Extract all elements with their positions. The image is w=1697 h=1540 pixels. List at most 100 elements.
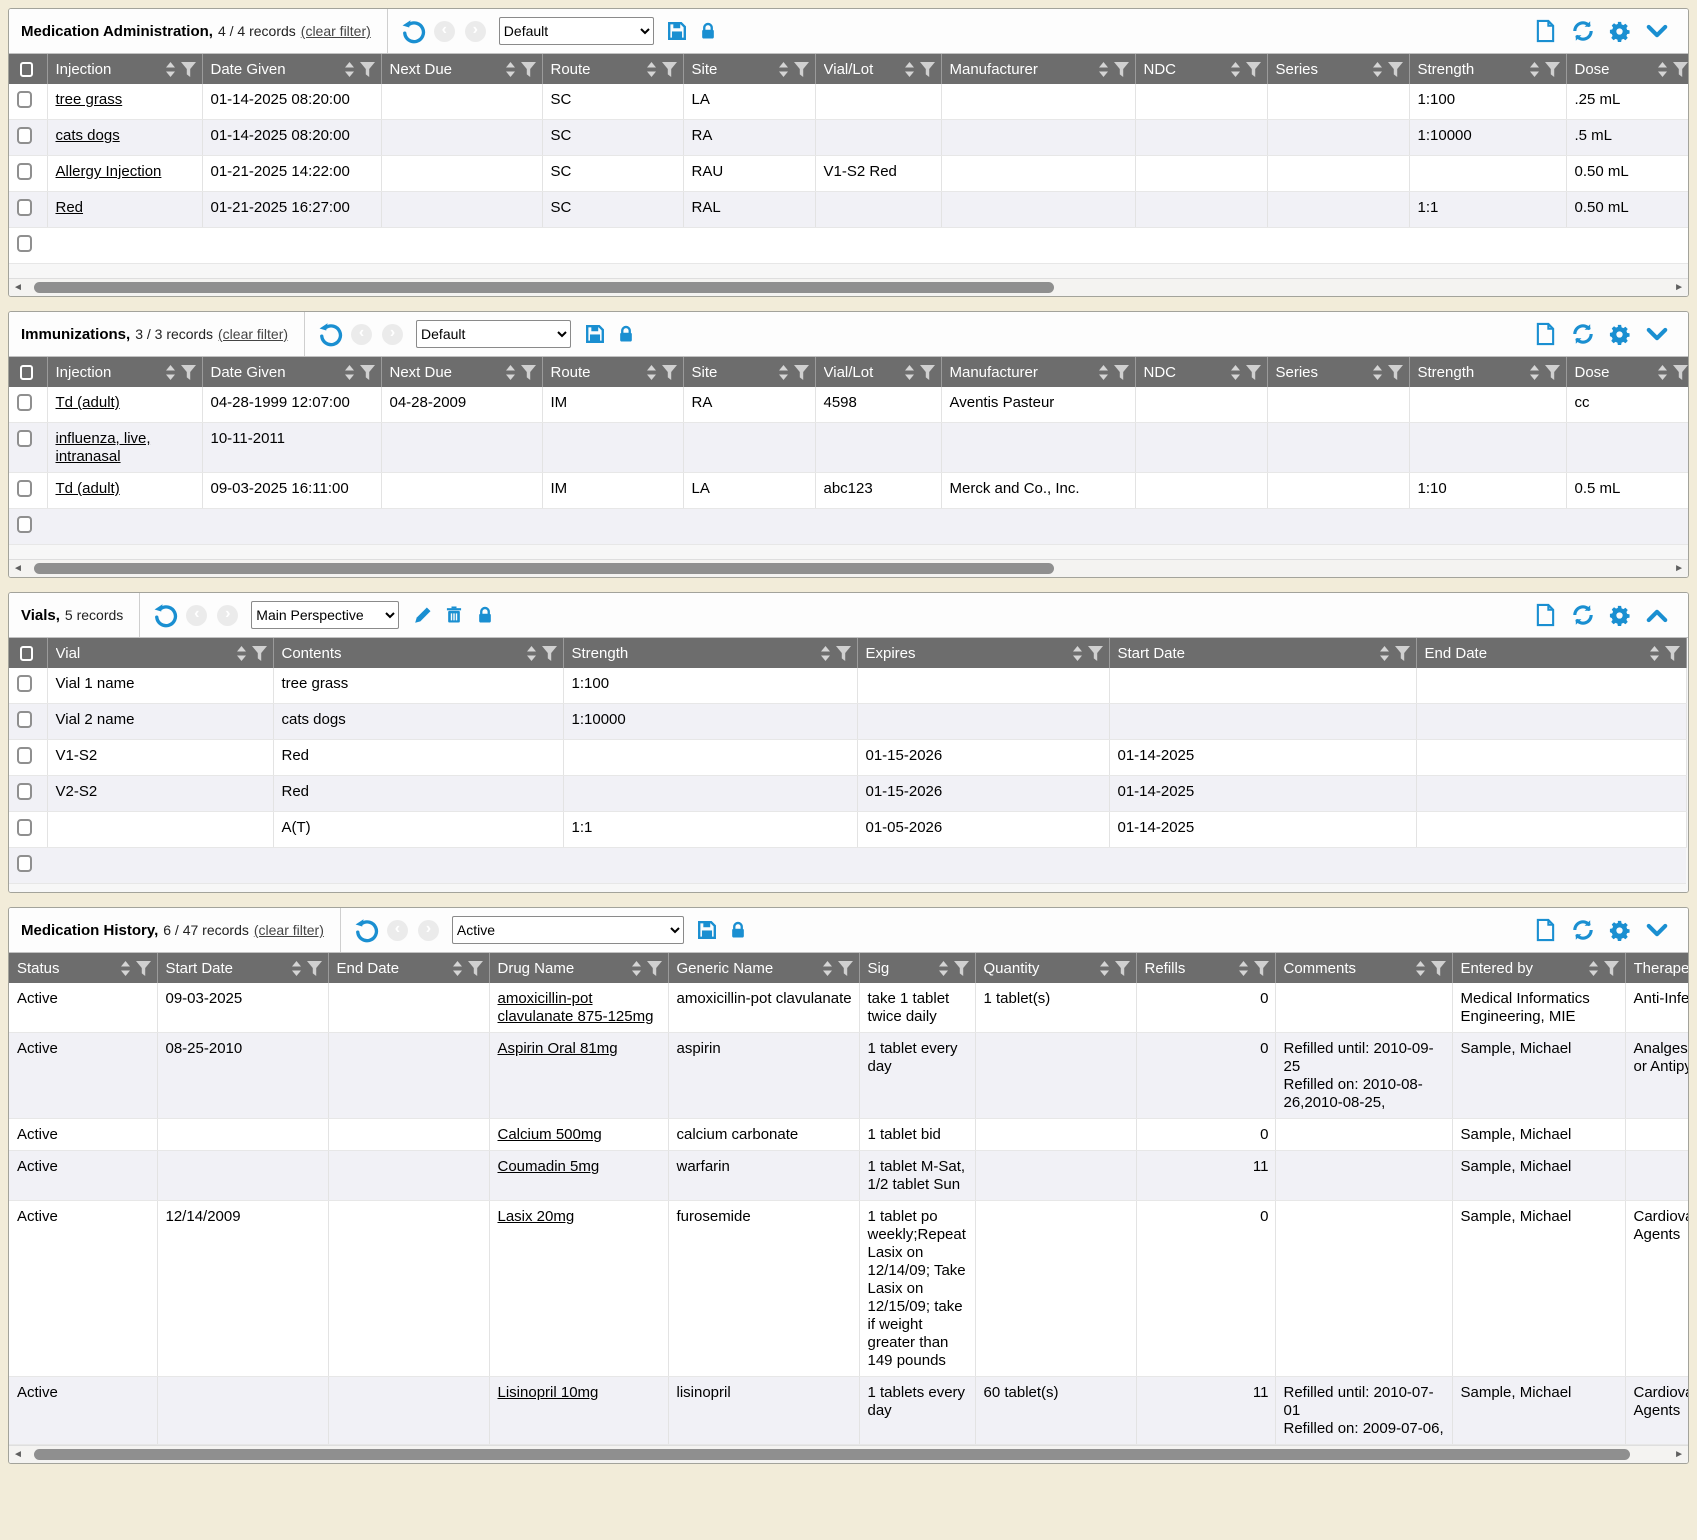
sort-icon[interactable] [822, 961, 833, 976]
filter-icon[interactable] [794, 62, 809, 77]
sort-icon[interactable] [1529, 365, 1540, 380]
filter-icon[interactable] [1545, 365, 1560, 380]
column-header-route[interactable]: Route [542, 54, 683, 84]
sort-icon[interactable] [505, 365, 516, 380]
column-header-comments[interactable]: Comments [1275, 953, 1452, 983]
sort-icon[interactable] [1372, 365, 1383, 380]
sort-icon[interactable] [452, 961, 463, 976]
sort-icon[interactable] [291, 961, 302, 976]
sort-icon[interactable] [904, 62, 915, 77]
new-document-icon[interactable] [1532, 18, 1559, 45]
horizontal-scrollbar[interactable]: ◄ ► [9, 559, 1688, 577]
filter-icon[interactable] [1395, 646, 1410, 661]
record-link[interactable]: Aspirin Oral 81mg [498, 1040, 618, 1057]
record-link[interactable]: Lasix 20mg [498, 1208, 575, 1225]
select-all-checkbox[interactable] [20, 365, 33, 380]
new-row-checkbox[interactable] [17, 235, 32, 252]
new-document-icon[interactable] [1532, 321, 1559, 348]
column-header-site[interactable]: Site [683, 357, 815, 387]
column-header-refills[interactable]: Refills [1136, 953, 1275, 983]
sort-icon[interactable] [778, 365, 789, 380]
undo-icon[interactable] [353, 917, 380, 944]
new-document-icon[interactable] [1532, 917, 1559, 944]
column-header-generic-name[interactable]: Generic Name [668, 953, 859, 983]
column-header-injection[interactable]: Injection [47, 357, 202, 387]
filter-icon[interactable] [1254, 961, 1269, 976]
filter-icon[interactable] [920, 62, 935, 77]
row-checkbox[interactable] [17, 711, 32, 728]
filter-icon[interactable] [181, 365, 196, 380]
sort-icon[interactable] [120, 961, 131, 976]
scroll-right-arrow[interactable]: ► [1674, 283, 1684, 293]
column-header-strength[interactable]: Strength [563, 638, 857, 668]
column-header-end-date[interactable]: End Date [1416, 638, 1686, 668]
filter-icon[interactable] [662, 365, 677, 380]
sort-icon[interactable] [526, 646, 537, 661]
filter-icon[interactable] [1673, 62, 1688, 77]
row-checkbox[interactable] [17, 819, 32, 836]
perspective-select[interactable]: Default [499, 17, 654, 45]
scroll-left-arrow[interactable]: ◄ [13, 564, 23, 574]
column-header-route[interactable]: Route [542, 357, 683, 387]
filter-icon[interactable] [1545, 62, 1560, 77]
sort-icon[interactable] [1230, 365, 1241, 380]
lock-icon[interactable] [471, 602, 498, 629]
row-checkbox[interactable] [17, 430, 32, 447]
column-header-contents[interactable]: Contents [273, 638, 563, 668]
record-link[interactable]: Red [56, 199, 84, 216]
filter-icon[interactable] [360, 62, 375, 77]
column-header-expires[interactable]: Expires [857, 638, 1109, 668]
column-header-end-date[interactable]: End Date [328, 953, 489, 983]
filter-icon[interactable] [542, 646, 557, 661]
row-checkbox[interactable] [17, 480, 32, 497]
column-header-dose[interactable]: Dose [1566, 54, 1688, 84]
lock-icon[interactable] [725, 917, 752, 944]
next-icon[interactable]: › [379, 321, 406, 348]
column-header-strength[interactable]: Strength [1409, 54, 1566, 84]
column-header-date-given[interactable]: Date Given [202, 54, 381, 84]
filter-icon[interactable] [662, 62, 677, 77]
record-link[interactable]: Coumadin 5mg [498, 1158, 600, 1175]
sort-icon[interactable] [778, 62, 789, 77]
perspective-select[interactable]: Active [452, 916, 684, 944]
filter-icon[interactable] [307, 961, 322, 976]
scrollbar-thumb[interactable] [34, 282, 1054, 293]
scrollbar-thumb[interactable] [34, 1449, 1630, 1460]
row-checkbox[interactable] [17, 394, 32, 411]
filter-icon[interactable] [836, 646, 851, 661]
sort-icon[interactable] [344, 62, 355, 77]
undo-icon[interactable] [400, 18, 427, 45]
column-header-next-due[interactable]: Next Due [381, 54, 542, 84]
clear-filter-link[interactable]: (clear filter) [218, 326, 288, 342]
delete-icon[interactable] [440, 602, 467, 629]
record-link[interactable]: influenza, live, intranasal [56, 430, 151, 465]
sort-icon[interactable] [646, 62, 657, 77]
row-checkbox[interactable] [17, 199, 32, 216]
filter-icon[interactable] [1673, 365, 1688, 380]
gear-icon[interactable] [1606, 602, 1633, 629]
sort-icon[interactable] [165, 365, 176, 380]
sort-icon[interactable] [646, 365, 657, 380]
clear-filter-link[interactable]: (clear filter) [254, 922, 324, 938]
sort-icon[interactable] [1588, 961, 1599, 976]
filter-icon[interactable] [647, 961, 662, 976]
sort-icon[interactable] [1415, 961, 1426, 976]
filter-icon[interactable] [920, 365, 935, 380]
scrollbar-track[interactable] [26, 281, 1671, 294]
column-header-vial-lot[interactable]: Vial/Lot [815, 54, 941, 84]
column-header-vial[interactable]: Vial [47, 638, 273, 668]
undo-icon[interactable] [317, 321, 344, 348]
filter-icon[interactable] [136, 961, 151, 976]
chevron-down-icon[interactable] [1643, 321, 1670, 348]
row-checkbox[interactable] [17, 163, 32, 180]
refresh-icon[interactable] [1569, 602, 1596, 629]
filter-icon[interactable] [838, 961, 853, 976]
column-header-ndc[interactable]: NDC [1135, 54, 1267, 84]
row-checkbox[interactable] [17, 747, 32, 764]
filter-icon[interactable] [1604, 961, 1619, 976]
column-header-entered-by[interactable]: Entered by [1452, 953, 1625, 983]
filter-icon[interactable] [521, 365, 536, 380]
sort-icon[interactable] [344, 365, 355, 380]
sort-icon[interactable] [1072, 646, 1083, 661]
scroll-left-arrow[interactable]: ◄ [13, 283, 23, 293]
